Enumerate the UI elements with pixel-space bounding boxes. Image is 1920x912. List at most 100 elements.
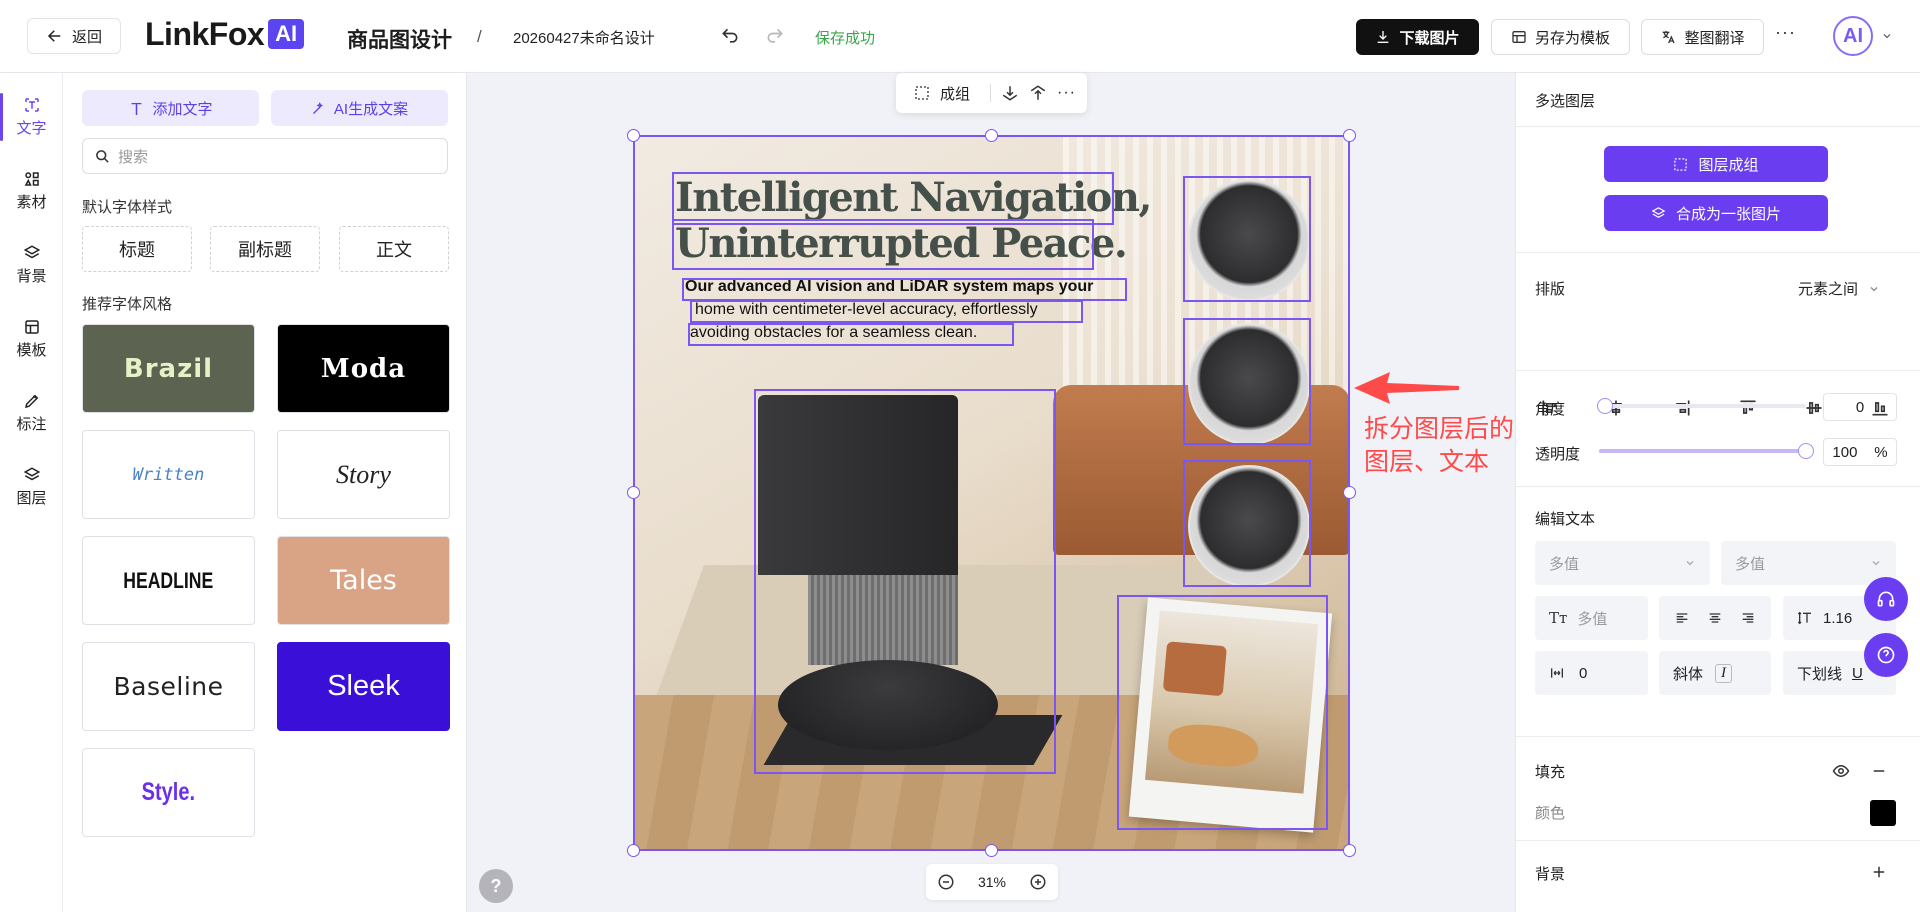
app-title: 商品图设计 — [347, 29, 452, 52]
eye-icon[interactable] — [1832, 762, 1850, 780]
headset-icon — [1877, 591, 1895, 607]
background-icon — [23, 245, 40, 259]
layout-mode-select[interactable]: 元素之间 — [1798, 278, 1880, 299]
download-button[interactable]: 下载图片 — [1356, 19, 1479, 55]
font-card-label: HEADLINE — [123, 567, 214, 593]
angle-slider[interactable] — [1597, 398, 1806, 414]
back-button[interactable]: 返回 — [27, 18, 121, 54]
font-card-brazil[interactable]: Brazil — [82, 324, 255, 413]
body-text[interactable]: Our advanced AI vision and LiDAR system … — [685, 275, 1093, 344]
zoom-control: 31% — [926, 864, 1058, 900]
save-as-template-button[interactable]: 另存为模板 — [1491, 19, 1630, 55]
font-family-select[interactable]: 多值 — [1535, 541, 1710, 585]
resize-handle-b[interactable] — [985, 844, 998, 857]
text-align-right-icon[interactable] — [1740, 610, 1756, 626]
align-right-icon[interactable] — [1672, 398, 1692, 418]
avatar[interactable]: AI — [1833, 16, 1873, 56]
fill-color-swatch[interactable] — [1870, 800, 1896, 826]
merge-image-button[interactable]: 合成为一张图片 — [1604, 195, 1828, 231]
back-label: 返回 — [71, 28, 102, 46]
align-top-icon[interactable] — [1738, 398, 1758, 418]
edit-text-label: 编辑文本 — [1535, 511, 1596, 528]
line-height-icon — [1797, 611, 1811, 625]
headline-text[interactable]: Intelligent Navigation, Uninterrupted Pe… — [675, 175, 1152, 267]
dock-top — [758, 395, 958, 575]
design-canvas[interactable]: Intelligent Navigation, Uninterrupted Pe… — [633, 135, 1350, 851]
resize-handle-bl[interactable] — [627, 844, 640, 857]
logo[interactable]: LinkFox AI — [145, 16, 305, 52]
minus-icon[interactable] — [1870, 762, 1888, 780]
logo-text: LinkFox — [145, 16, 265, 52]
style-subtitle-button[interactable]: 副标题 — [210, 226, 320, 272]
group-layers-button[interactable]: 图层成组 — [1604, 146, 1828, 182]
help-button[interactable]: ? — [479, 869, 513, 903]
resize-handle-r[interactable] — [1343, 486, 1356, 499]
customer-service-button[interactable] — [1864, 577, 1908, 621]
font-card-tales[interactable]: Tales — [277, 536, 450, 625]
font-weight-select[interactable]: 多值 — [1721, 541, 1896, 585]
italic-toggle[interactable]: 斜体 I — [1659, 651, 1771, 695]
plus-icon[interactable] — [1870, 863, 1888, 881]
letter-spacing-input[interactable]: 0 — [1535, 651, 1648, 695]
layer-up-icon[interactable] — [1029, 84, 1047, 102]
more-menu-button[interactable]: ··· — [1775, 22, 1796, 43]
chevron-down-icon[interactable] — [1881, 30, 1893, 42]
angle-input[interactable]: 0 — [1823, 393, 1897, 421]
more-options-icon[interactable]: ··· — [1057, 84, 1076, 102]
angle-slider-knob[interactable] — [1597, 398, 1613, 414]
search-input[interactable]: 搜索 — [82, 138, 448, 174]
robot-detail-image-3[interactable] — [1188, 465, 1310, 587]
layers-icon — [1651, 206, 1666, 218]
rail-item-layers[interactable]: 图层 — [0, 457, 63, 517]
zoom-out-icon[interactable] — [937, 873, 955, 891]
font-card-story[interactable]: Story — [277, 430, 450, 519]
font-card-written[interactable]: Written — [82, 430, 255, 519]
text-align-left-icon[interactable] — [1674, 610, 1690, 626]
rail-item-text[interactable]: 文字 — [0, 87, 63, 147]
align-middle-icon[interactable] — [1804, 398, 1824, 418]
font-card-headline[interactable]: HEADLINE — [82, 536, 255, 625]
zoom-in-icon[interactable] — [1029, 873, 1047, 891]
text-align-center-icon[interactable] — [1707, 610, 1723, 626]
body-line-1: Our advanced AI vision and LiDAR system … — [685, 278, 1094, 295]
opacity-slider-knob[interactable] — [1798, 443, 1814, 459]
font-size-input[interactable]: Tт 多值 — [1535, 596, 1648, 640]
opacity-slider[interactable] — [1599, 443, 1814, 459]
rail-item-annotate[interactable]: 标注 — [0, 383, 63, 443]
recommended-styles-title: 推荐字体风格 — [82, 296, 173, 313]
ai-copy-button[interactable]: AI生成文案 — [271, 90, 448, 126]
translate-icon — [1663, 31, 1676, 44]
faq-button[interactable] — [1864, 633, 1908, 677]
divider — [1516, 252, 1920, 253]
document-title[interactable]: 20260427未命名设计 — [513, 27, 655, 48]
style-title-button[interactable]: 标题 — [82, 226, 192, 272]
translate-image-button[interactable]: 整图翻译 — [1641, 19, 1764, 55]
font-card-moda[interactable]: Moda — [277, 324, 450, 413]
resize-handle-tr[interactable] — [1343, 129, 1356, 142]
rail-item-material[interactable]: 素材 — [0, 161, 63, 221]
rail-item-background[interactable]: 背景 — [0, 235, 63, 295]
opacity-input[interactable]: 100 % — [1823, 438, 1897, 466]
redo-icon[interactable] — [765, 26, 785, 46]
font-card-sleek[interactable]: Sleek — [277, 642, 450, 731]
polaroid-image[interactable] — [1128, 597, 1333, 833]
zoom-level: 31% — [977, 874, 1007, 890]
font-card-baseline[interactable]: Baseline — [82, 642, 255, 731]
robot-detail-image-2[interactable] — [1188, 323, 1310, 445]
resize-handle-br[interactable] — [1343, 844, 1356, 857]
group-button[interactable]: 成组 — [940, 83, 970, 104]
resize-handle-t[interactable] — [985, 129, 998, 142]
italic-icon: I — [1715, 663, 1733, 683]
resize-handle-l[interactable] — [627, 486, 640, 499]
style-body-button[interactable]: 正文 — [339, 226, 449, 272]
rail-item-template[interactable]: 模板 — [0, 309, 63, 369]
underline-label: 下划线 — [1797, 665, 1843, 683]
robot-detail-image-1[interactable] — [1188, 179, 1310, 301]
robot-dock-image[interactable] — [758, 395, 1063, 765]
add-text-button[interactable]: Ｔ 添加文字 — [82, 90, 259, 126]
font-card-style[interactable]: Style. — [82, 748, 255, 837]
resize-handle-tl[interactable] — [627, 129, 640, 142]
undo-icon[interactable] — [720, 26, 740, 46]
layer-down-icon[interactable] — [1001, 84, 1019, 102]
polaroid-photo — [1145, 610, 1319, 794]
